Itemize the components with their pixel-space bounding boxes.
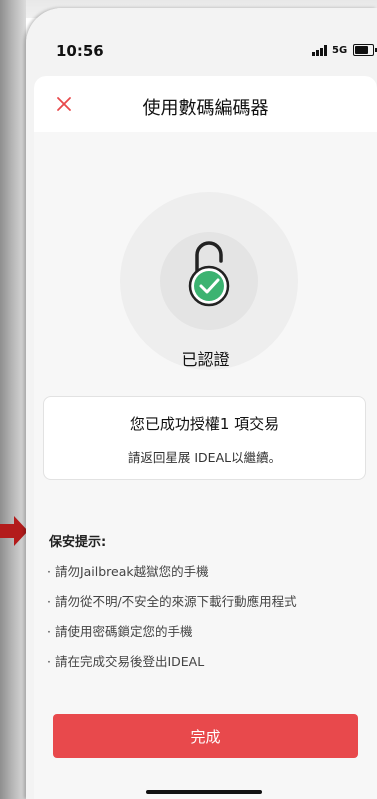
- status-time: 10:56: [56, 42, 104, 60]
- result-card-title: 您已成功授權1 項交易: [129, 415, 280, 433]
- modal-sheet: 使用數碼編碼器 已認證 您已成功授權1 項交易 請返回星展 IDEAL以繼續。 …: [34, 76, 377, 799]
- security-tip-item: · 請使用密碼鎖定您的手機: [47, 624, 193, 639]
- network-type: 5G: [332, 44, 348, 56]
- security-tips-title: 保安提示:: [49, 535, 107, 550]
- padlock-check-icon: [188, 241, 230, 307]
- device-bezel-left: [0, 0, 26, 799]
- modal-header: 使用數碼編碼器: [34, 76, 377, 132]
- phone-screen: 10:56 5G 使用數碼編碼器 已認證 您已成功授權1 項交易 請返回星展 I…: [26, 8, 377, 799]
- security-tip-item: · 請勿從不明/不安全的來源下載行動應用程式: [47, 594, 297, 609]
- done-button[interactable]: 完成: [53, 714, 358, 758]
- battery-icon: [353, 44, 377, 56]
- home-indicator[interactable]: [146, 790, 262, 794]
- page-title: 使用數碼編碼器: [142, 98, 269, 119]
- status-icons: 5G: [312, 43, 377, 57]
- signal-icon: [312, 44, 327, 56]
- security-tip-item: · 請勿Jailbreak越獄您的手機: [47, 564, 209, 579]
- status-bar: 10:56 5G: [26, 8, 377, 76]
- verification-status: 已認證: [181, 350, 230, 369]
- result-card: 您已成功授權1 項交易 請返回星展 IDEAL以繼續。: [43, 396, 366, 480]
- security-tip-item: · 請在完成交易後登出IDEAL: [47, 654, 205, 669]
- result-card-subtitle: 請返回星展 IDEAL以繼續。: [127, 450, 282, 465]
